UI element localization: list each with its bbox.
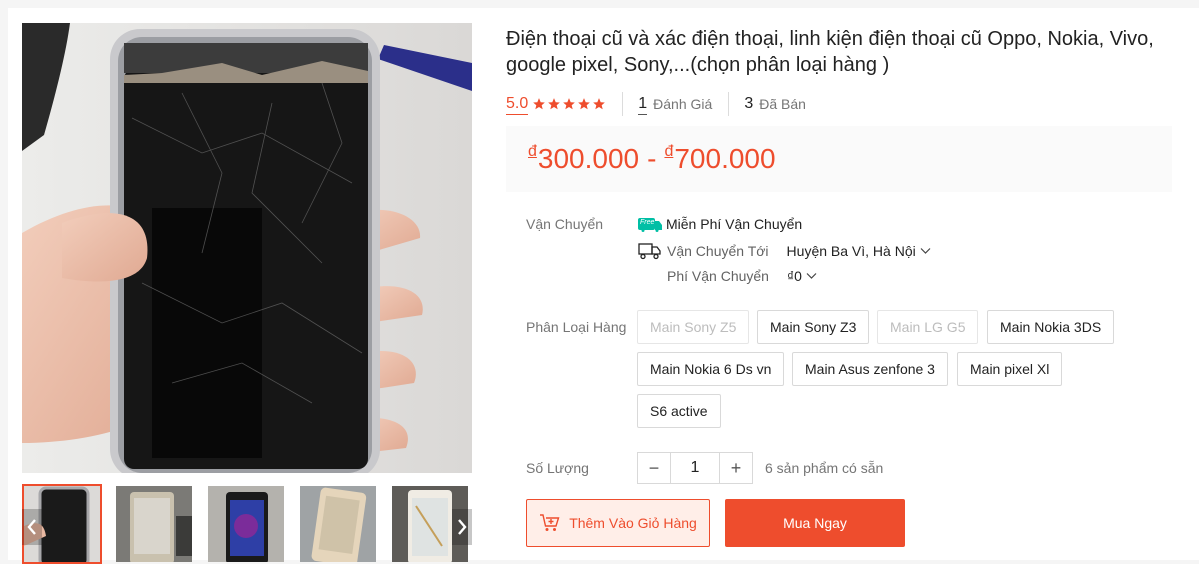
- variants-label: Phân Loại Hàng: [526, 319, 627, 335]
- thumbnail-next-button[interactable]: [452, 509, 472, 545]
- sold-count: 3: [744, 95, 754, 112]
- quantity-input[interactable]: [670, 453, 720, 483]
- review-label: Đánh Giá: [653, 96, 713, 112]
- variant-option[interactable]: Main LG G5: [877, 310, 979, 344]
- shipping-to-line: Vận Chuyển Tới Huyện Ba Vì, Hà Nội: [638, 242, 931, 260]
- quantity-decrease-button[interactable]: −: [638, 453, 670, 483]
- product-title: Điện thoại cũ và xác điện thoại, linh ki…: [506, 28, 1154, 76]
- thumbnail-4[interactable]: [298, 484, 378, 564]
- shipping-label: Vận Chuyển: [526, 216, 604, 232]
- thumbnail-prev-button[interactable]: [22, 509, 42, 545]
- chevron-left-icon: [27, 519, 36, 535]
- currency-symbol: đ: [664, 143, 674, 160]
- price-max: 700.000: [674, 143, 776, 174]
- price-box: đ 300.000 - đ 700.000: [506, 126, 1172, 192]
- main-product-image[interactable]: [22, 23, 472, 473]
- rating-stars: [532, 97, 606, 111]
- variant-option[interactable]: Main pixel Xl: [957, 352, 1063, 386]
- shipping-to-label: Vận Chuyển Tới: [667, 243, 769, 259]
- price-separator: -: [647, 143, 657, 174]
- free-shipping-text: Miễn Phí Vận Chuyển: [666, 216, 803, 232]
- thumbnail-strip: [22, 484, 472, 564]
- free-shipping-line: Free Miễn Phí Vận Chuyển: [638, 216, 802, 232]
- variant-option[interactable]: Main Nokia 3DS: [987, 310, 1115, 344]
- shipping-fee-line: Phí Vận Chuyển ₫0: [667, 268, 817, 284]
- chevron-down-icon: [920, 248, 931, 254]
- cart-add-icon: [540, 514, 560, 531]
- chevron-down-icon: [806, 273, 817, 279]
- quantity-increase-button[interactable]: +: [720, 453, 752, 483]
- star-icon: [593, 98, 606, 110]
- add-to-cart-button[interactable]: Thêm Vào Giỏ Hàng: [526, 499, 710, 547]
- product-card: Điện thoại cũ và xác điện thoại, linh ki…: [8, 8, 1199, 564]
- rating-value[interactable]: 5.0: [506, 94, 529, 115]
- review-count[interactable]: 1: [638, 94, 648, 115]
- price-min: 300.000: [537, 143, 640, 174]
- shipping-fee-label: Phí Vận Chuyển: [667, 268, 769, 284]
- quantity-stepper: − +: [637, 452, 753, 484]
- thumbnail-3[interactable]: [206, 484, 286, 564]
- variant-option[interactable]: Main Sony Z3: [757, 310, 870, 344]
- star-icon: [563, 98, 576, 110]
- shipping-fee-select[interactable]: ₫0: [787, 268, 817, 284]
- star-icon: [578, 98, 591, 110]
- add-to-cart-label: Thêm Vào Giỏ Hàng: [569, 515, 697, 531]
- buy-now-button[interactable]: Mua Ngay: [725, 499, 905, 547]
- free-shipping-icon: Free: [638, 217, 662, 232]
- truck-icon: [638, 243, 661, 260]
- shipping-to-value: Huyện Ba Vì, Hà Nội: [786, 243, 916, 259]
- variant-option[interactable]: Main Sony Z5: [637, 310, 750, 344]
- shipping-to-select[interactable]: Huyện Ba Vì, Hà Nội: [787, 243, 931, 259]
- free-badge-text: Free: [640, 218, 655, 226]
- variant-option[interactable]: S6 active: [637, 394, 721, 428]
- variant-option[interactable]: Main Nokia 6 Ds vn: [637, 352, 785, 386]
- variant-option[interactable]: Main Asus zenfone 3: [792, 352, 948, 386]
- sold-label: Đã Bán: [759, 96, 806, 112]
- star-icon: [548, 98, 561, 110]
- shipping-fee-value: ₫0: [786, 268, 802, 284]
- rating-stats: 5.0 1 Đánh Giá 3 Đã Bán: [506, 92, 806, 116]
- stock-text: 6 sản phẩm có sẵn: [765, 460, 884, 476]
- quantity-label: Số Lượng: [526, 460, 589, 476]
- chevron-right-icon: [458, 519, 467, 535]
- divider: [622, 92, 624, 116]
- divider: [728, 92, 730, 116]
- thumbnail-2[interactable]: [114, 484, 194, 564]
- currency-symbol: đ: [528, 143, 537, 160]
- star-icon: [533, 98, 546, 110]
- broken-phone-photo: [22, 23, 472, 473]
